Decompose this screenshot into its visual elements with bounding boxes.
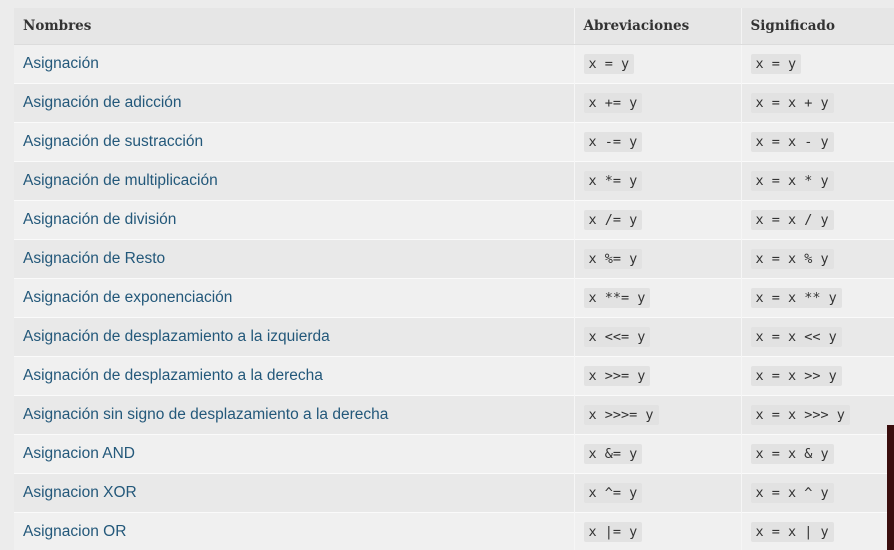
abbr-cell: x += y (573, 83, 741, 123)
operator-name-link[interactable]: Asignación de sustracción (23, 133, 203, 150)
abbreviation-code: x %= y (583, 249, 643, 269)
abbr-cell: x ^= y (573, 473, 741, 513)
abbr-cell: x <<= y (573, 317, 741, 357)
table-row: Asignación de sustracción x -= y x = x -… (14, 122, 894, 162)
assignment-operators-table: Nombres Abreviaciones Significado Asigna… (14, 8, 894, 550)
table-row: Asignación de exponenciación x **= y x =… (14, 278, 894, 318)
name-cell: Asignación de multiplicación (14, 161, 574, 201)
abbr-cell: x = y (573, 44, 741, 84)
abbreviation-code: x += y (583, 93, 643, 113)
operator-name-link[interactable]: Asignacion XOR (23, 484, 137, 501)
operator-name-link[interactable]: Asignación (23, 55, 99, 72)
abbreviation-code: x |= y (583, 522, 643, 542)
meaning-cell: x = x | y (740, 512, 894, 550)
abbr-cell: x |= y (573, 512, 741, 550)
name-cell: Asignación (14, 44, 574, 84)
name-cell: Asignacion XOR (14, 473, 574, 513)
meaning-cell: x = x - y (740, 122, 894, 162)
name-cell: Asignación de exponenciación (14, 278, 574, 318)
header-significado: Significado (740, 8, 894, 45)
name-cell: Asignación de desplazamiento a la izquie… (14, 317, 574, 357)
meaning-code: x = x & y (750, 444, 834, 464)
abbr-cell: x &= y (573, 434, 741, 474)
table-row: Asignación x = y x = y (14, 44, 894, 84)
abbreviation-code: x *= y (583, 171, 643, 191)
header-nombres: Nombres (14, 8, 574, 45)
meaning-code: x = x % y (750, 249, 834, 269)
meaning-cell: x = x % y (740, 239, 894, 279)
abbr-cell: x **= y (573, 278, 741, 318)
meaning-code: x = x * y (750, 171, 834, 191)
meaning-cell: x = x << y (740, 317, 894, 357)
abbreviation-code: x ^= y (583, 483, 643, 503)
meaning-cell: x = x / y (740, 200, 894, 240)
abbreviation-code: x = y (583, 54, 635, 74)
meaning-cell: x = x >>> y (740, 395, 894, 435)
operator-name-link[interactable]: Asignación de desplazamiento a la derech… (23, 367, 323, 384)
meaning-cell: x = y (740, 44, 894, 84)
abbreviation-code: x /= y (583, 210, 643, 230)
operator-name-link[interactable]: Asignación de desplazamiento a la izquie… (23, 328, 330, 345)
name-cell: Asignación sin signo de desplazamiento a… (14, 395, 574, 435)
abbreviation-code: x -= y (583, 132, 643, 152)
abbreviation-code: x >>= y (583, 366, 651, 386)
name-cell: Asignación de adicción (14, 83, 574, 123)
meaning-code: x = x >>> y (750, 405, 850, 425)
name-cell: Asignacion AND (14, 434, 574, 474)
meaning-code: x = x << y (750, 327, 842, 347)
operator-name-link[interactable]: Asignacion AND (23, 445, 135, 462)
operator-name-link[interactable]: Asignación de Resto (23, 250, 165, 267)
meaning-code: x = x - y (750, 132, 834, 152)
name-cell: Asignación de división (14, 200, 574, 240)
abbr-cell: x >>= y (573, 356, 741, 396)
table-row: Asignación de multiplicación x *= y x = … (14, 161, 894, 201)
table-row: Asignacion XOR x ^= y x = x ^ y (14, 473, 894, 513)
meaning-cell: x = x ** y (740, 278, 894, 318)
meaning-cell: x = x >> y (740, 356, 894, 396)
meaning-code: x = x >> y (750, 366, 842, 386)
meaning-code: x = x + y (750, 93, 834, 113)
name-cell: Asignación de desplazamiento a la derech… (14, 356, 574, 396)
meaning-code: x = x ** y (750, 288, 842, 308)
table-row: Asignacion OR x |= y x = x | y (14, 512, 894, 550)
name-cell: Asignación de sustracción (14, 122, 574, 162)
abbr-cell: x /= y (573, 200, 741, 240)
abbreviation-code: x >>>= y (583, 405, 659, 425)
table-row: Asignación de desplazamiento a la derech… (14, 356, 894, 396)
table-row: Asignación de adicción x += y x = x + y (14, 83, 894, 123)
table-header-row: Nombres Abreviaciones Significado (14, 8, 894, 45)
operator-name-link[interactable]: Asignación de multiplicación (23, 172, 218, 189)
table-row: Asignación de división x /= y x = x / y (14, 200, 894, 240)
abbreviation-code: x <<= y (583, 327, 651, 347)
operator-name-link[interactable]: Asignación de exponenciación (23, 289, 232, 306)
operator-name-link[interactable]: Asignación sin signo de desplazamiento a… (23, 406, 388, 423)
page: Nombres Abreviaciones Significado Asigna… (0, 0, 894, 550)
table-row: Asignación de desplazamiento a la izquie… (14, 317, 894, 357)
meaning-cell: x = x & y (740, 434, 894, 474)
name-cell: Asignación de Resto (14, 239, 574, 279)
table-row: Asignacion AND x &= y x = x & y (14, 434, 894, 474)
meaning-code: x = x | y (750, 522, 834, 542)
table-row: Asignación de Resto x %= y x = x % y (14, 239, 894, 279)
window-edge-strip (887, 425, 894, 550)
meaning-cell: x = x * y (740, 161, 894, 201)
abbreviation-code: x &= y (583, 444, 643, 464)
header-abreviaciones: Abreviaciones (573, 8, 741, 45)
abbr-cell: x %= y (573, 239, 741, 279)
meaning-code: x = y (750, 54, 802, 74)
table-row: Asignación sin signo de desplazamiento a… (14, 395, 894, 435)
abbreviation-code: x **= y (583, 288, 651, 308)
meaning-code: x = x ^ y (750, 483, 834, 503)
operator-name-link[interactable]: Asignación de división (23, 211, 176, 228)
operator-name-link[interactable]: Asignación de adicción (23, 94, 182, 111)
abbr-cell: x -= y (573, 122, 741, 162)
meaning-cell: x = x ^ y (740, 473, 894, 513)
abbr-cell: x *= y (573, 161, 741, 201)
operator-name-link[interactable]: Asignacion OR (23, 523, 126, 540)
abbr-cell: x >>>= y (573, 395, 741, 435)
meaning-cell: x = x + y (740, 83, 894, 123)
meaning-code: x = x / y (750, 210, 834, 230)
name-cell: Asignacion OR (14, 512, 574, 550)
